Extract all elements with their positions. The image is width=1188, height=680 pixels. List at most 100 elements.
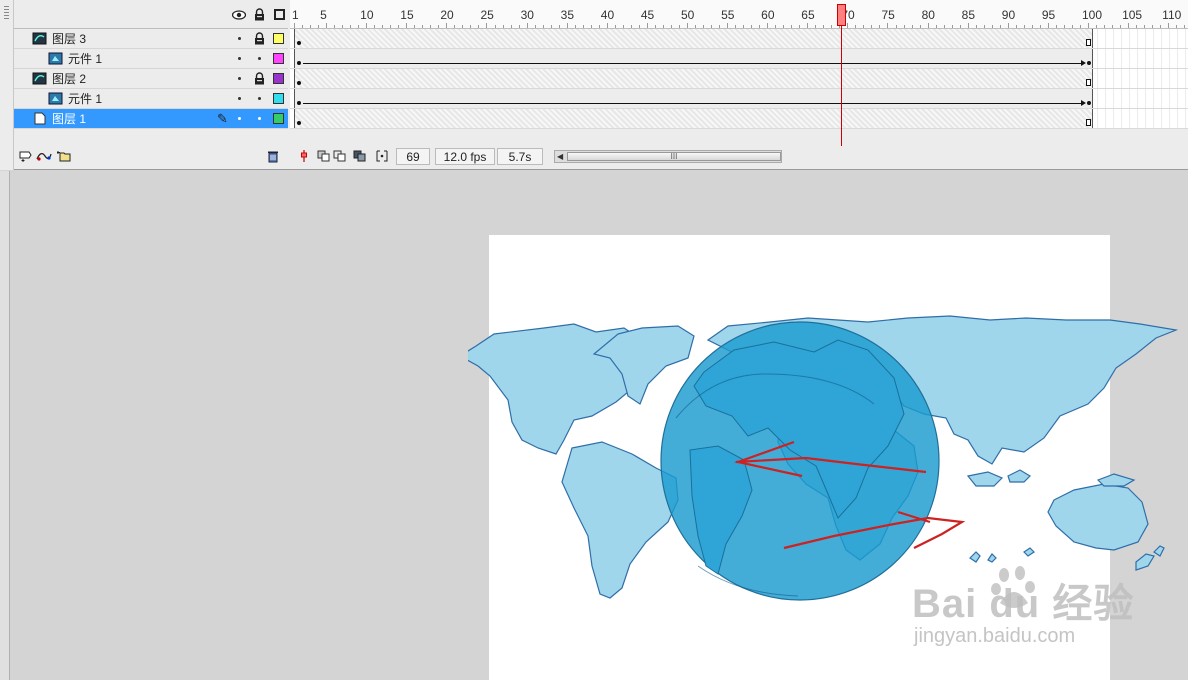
frame-row[interactable]	[290, 49, 1188, 69]
world-map-artwork[interactable]	[468, 150, 1188, 605]
ruler-tick	[759, 25, 761, 28]
ruler-tick	[302, 25, 304, 28]
layer-name[interactable]: 元件 1	[68, 90, 102, 107]
outline-color-swatch[interactable]	[273, 73, 284, 84]
layer-row[interactable]: 图层 3	[14, 29, 288, 49]
end-frame[interactable]	[1086, 119, 1091, 126]
ruler-tick	[470, 25, 472, 28]
end-frame[interactable]	[1086, 79, 1091, 86]
ruler-tick	[1104, 25, 1106, 28]
ruler-tick	[334, 25, 336, 28]
frame-span[interactable]	[294, 109, 1093, 128]
outline-color-swatch[interactable]	[273, 53, 284, 64]
add-motion-guide-icon[interactable]	[36, 149, 52, 163]
ruler-tick	[310, 25, 312, 28]
frame-span[interactable]	[294, 69, 1093, 88]
layer-name[interactable]: 元件 1	[68, 50, 102, 67]
ruler-tick	[927, 23, 929, 28]
ruler-tick	[1079, 25, 1081, 28]
outline-color-swatch[interactable]	[273, 93, 284, 104]
visibility-toggle[interactable]	[238, 57, 241, 60]
visibility-toggle[interactable]	[238, 97, 241, 100]
lock-icon[interactable]	[252, 8, 266, 21]
lock-icon[interactable]	[254, 32, 265, 45]
ruler-tick	[1144, 25, 1146, 28]
ruler-tick	[999, 25, 1001, 28]
small-islands-shape[interactable]	[969, 547, 1035, 563]
ruler-tick	[390, 25, 392, 28]
center-frame-icon[interactable]	[296, 149, 312, 163]
onion-skin-outline-icon[interactable]	[332, 149, 348, 163]
grip-handle[interactable]	[4, 6, 9, 20]
ruler-tick	[975, 25, 977, 28]
layer-row[interactable]: 图层 2	[14, 69, 288, 89]
visibility-toggle[interactable]	[238, 37, 241, 40]
visibility-toggle[interactable]	[238, 77, 241, 80]
ruler-tick	[1063, 25, 1065, 28]
frames-grid[interactable]	[290, 29, 1188, 129]
edit-multiple-frames-icon[interactable]	[352, 149, 368, 163]
onion-skin-icon[interactable]	[316, 149, 332, 163]
ruler-tick	[1096, 25, 1097, 28]
ruler-tick	[1071, 25, 1073, 28]
ruler-tick	[1039, 25, 1041, 28]
frame-span[interactable]	[294, 29, 1093, 48]
trash-icon[interactable]	[265, 149, 281, 163]
modify-onion-markers-icon[interactable]	[374, 149, 390, 163]
australia-shape[interactable]	[1047, 483, 1149, 551]
layer-name[interactable]: 图层 1	[52, 110, 86, 127]
lock-toggle[interactable]	[258, 117, 261, 120]
ruler-label: 55	[721, 8, 735, 22]
layer-row[interactable]: 图层 1 ✎	[14, 109, 288, 129]
frame-row[interactable]	[290, 89, 1188, 109]
outline-icon[interactable]	[272, 8, 286, 21]
current-frame-display[interactable]: 69	[396, 148, 430, 165]
motion-tween-span[interactable]	[294, 49, 1093, 68]
ruler-tick	[454, 25, 456, 28]
ruler-tick	[550, 25, 552, 28]
keyframe[interactable]	[1087, 61, 1091, 65]
ruler-tick	[911, 25, 913, 28]
outline-color-swatch[interactable]	[273, 113, 284, 124]
lock-toggle[interactable]	[258, 57, 261, 60]
keyframe[interactable]	[297, 121, 301, 125]
frame-row[interactable]	[290, 29, 1188, 49]
ruler-tick	[646, 23, 648, 28]
add-folder-icon[interactable]	[56, 149, 72, 163]
ruler-tick	[638, 25, 640, 28]
ruler-tick	[686, 23, 688, 28]
frame-row[interactable]	[290, 69, 1188, 89]
ruler-tick	[494, 25, 496, 28]
ruler-tick	[414, 25, 416, 28]
ruler-tick	[510, 25, 512, 28]
ruler-tick	[1184, 25, 1186, 28]
timeline-grip[interactable]	[0, 0, 14, 170]
ruler-tick	[430, 25, 432, 28]
lock-icon[interactable]	[254, 72, 265, 85]
layer-name[interactable]: 图层 3	[52, 30, 86, 47]
keyframe[interactable]	[297, 101, 301, 105]
guide-layer-icon	[32, 32, 47, 45]
keyframe[interactable]	[297, 61, 301, 65]
end-frame[interactable]	[1086, 39, 1091, 46]
frame-ruler[interactable]: 1 5 10 15 20 25 30 35 40 45 50 55 60 65 70 75 80 85 90 95 10…	[290, 0, 1188, 29]
motion-tween-span[interactable]	[294, 89, 1093, 108]
layer-row[interactable]: 元件 1	[14, 49, 288, 69]
add-layer-icon[interactable]	[18, 149, 34, 163]
keyframe[interactable]	[297, 41, 301, 45]
visibility-toggle[interactable]	[238, 117, 241, 120]
outline-color-swatch[interactable]	[273, 33, 284, 44]
ruler-tick	[727, 23, 729, 28]
playhead[interactable]	[837, 4, 846, 26]
ruler-tick	[422, 25, 424, 28]
guide-layer-icon	[32, 72, 47, 85]
keyframe[interactable]	[297, 81, 301, 85]
lock-toggle[interactable]	[258, 97, 261, 100]
islands-shape[interactable]	[966, 469, 1136, 487]
frame-row[interactable]	[290, 109, 1188, 129]
layer-row[interactable]: 元件 1	[14, 89, 288, 109]
ruler-tick	[895, 25, 897, 28]
keyframe[interactable]	[1087, 101, 1091, 105]
layer-name[interactable]: 图层 2	[52, 70, 86, 87]
eye-icon[interactable]	[232, 8, 246, 21]
